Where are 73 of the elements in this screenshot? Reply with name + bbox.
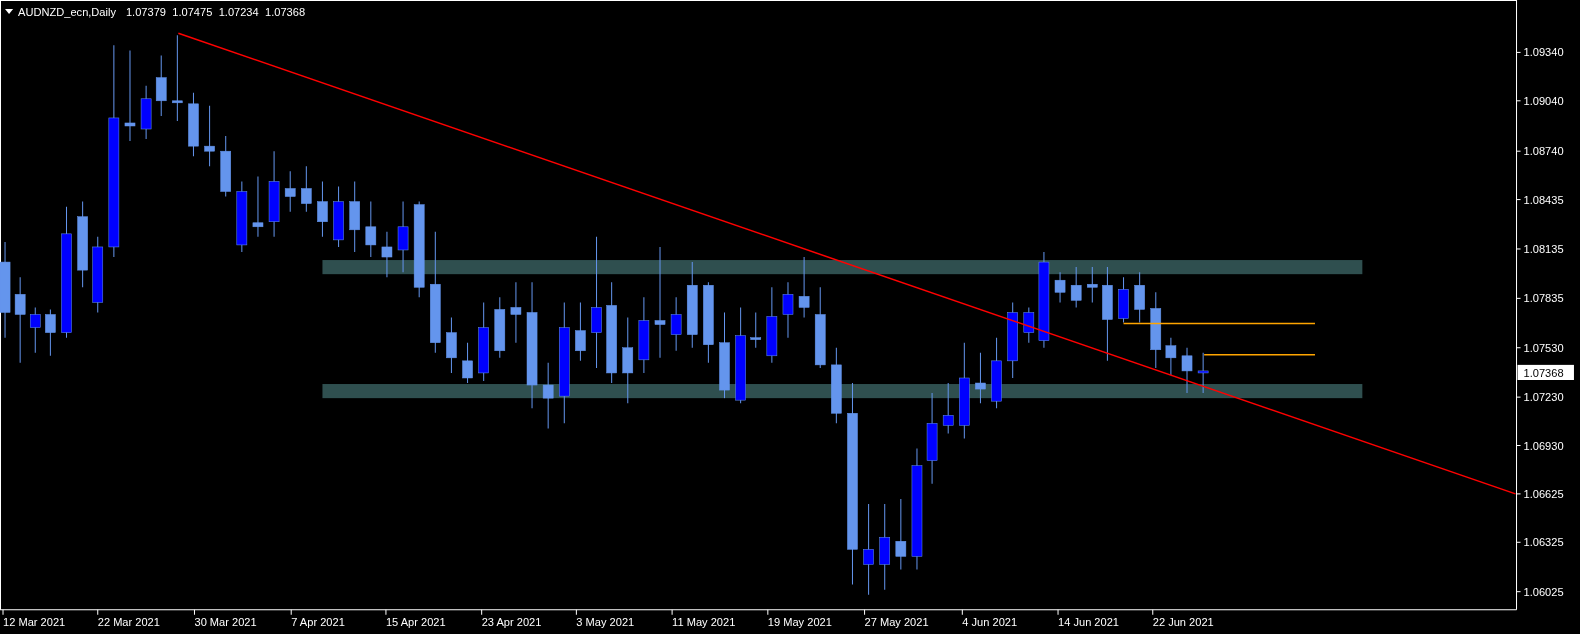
- current-price-tag: 1.07368: [1517, 364, 1574, 380]
- candlestick: [750, 311, 762, 349]
- candlestick: [782, 281, 794, 339]
- date-label: 15 Apr 2021: [385, 615, 446, 628]
- candlestick: [575, 301, 586, 362]
- candlestick: [333, 185, 344, 248]
- candlestick: [462, 342, 473, 384]
- price-label: 1.06025: [1523, 585, 1564, 598]
- horizontal-level-line[interactable]: [1203, 354, 1316, 356]
- price-label: 1.07530: [1523, 341, 1564, 354]
- date-label: 27 May 2021: [864, 615, 929, 628]
- price-label: 1.06325: [1523, 536, 1564, 549]
- candlestick: [494, 296, 506, 359]
- price-label: 1.07835: [1523, 292, 1564, 305]
- candlestick: [155, 54, 167, 117]
- candlestick: [301, 165, 312, 213]
- price-label: 1.08135: [1523, 243, 1564, 255]
- date-label: 22 Mar 2021: [97, 615, 160, 628]
- date-label: 19 May 2021: [767, 615, 832, 628]
- ohlc-value: 1.07475: [172, 6, 213, 19]
- candlestick: [798, 256, 810, 318]
- candlestick: [1087, 266, 1098, 303]
- candlestick: [991, 337, 1002, 409]
- candlestick: [252, 175, 264, 238]
- ohlc-value: 1.07368: [265, 6, 306, 19]
- date-label: 12 Mar 2021: [3, 615, 66, 628]
- candlestick: [895, 498, 907, 570]
- candlestick: [446, 317, 457, 374]
- date-label: 22 Jun 2021: [1152, 615, 1214, 628]
- symbol-label: AUDNZD_ecn,Daily: [18, 6, 116, 19]
- candlestick: [1165, 337, 1177, 376]
- ohlc-value: 1.07379: [125, 6, 166, 19]
- candlestick: [1197, 352, 1209, 394]
- candlestick: [397, 201, 409, 273]
- candlestick: [975, 352, 986, 404]
- candlestick: [670, 296, 682, 352]
- price-label: 1.09340: [1523, 46, 1564, 59]
- candlestick: [30, 306, 41, 354]
- candlestick: [381, 231, 393, 278]
- candlestick: [188, 92, 199, 157]
- candlestick: [1070, 266, 1082, 308]
- price-label: 1.09040: [1523, 94, 1564, 107]
- date-label: 14 Jun 2021: [1058, 615, 1119, 628]
- date-label: 30 Mar 2021: [194, 615, 257, 628]
- dropdown-triangle-icon[interactable]: [5, 9, 14, 15]
- trend-line[interactable]: [177, 32, 1517, 495]
- date-label: 3 May 2021: [576, 615, 635, 628]
- ohlc-value: 1.07234: [218, 6, 259, 19]
- date-label: 11 May 2021: [672, 615, 736, 628]
- candlestick: [1118, 276, 1129, 324]
- price-label: 1.06625: [1523, 487, 1564, 500]
- candlestick: [204, 105, 215, 167]
- candlestick: [942, 382, 954, 434]
- candlestick: [220, 135, 231, 198]
- date-label: 4 Jun 2021: [962, 615, 1018, 628]
- candlestick: [1181, 347, 1193, 394]
- candlestick: [284, 170, 296, 213]
- candlestick: [45, 308, 56, 357]
- candlestick: [365, 201, 377, 258]
- date-label: 23 Apr 2021: [481, 615, 542, 628]
- candlestick: [140, 85, 152, 140]
- candlestick: [510, 281, 522, 344]
- candlestick: [1134, 271, 1145, 324]
- price-label: 1.08740: [1523, 145, 1564, 158]
- candlestick: [317, 180, 328, 238]
- price-label: 1.08435: [1523, 193, 1564, 206]
- candlestick: [1054, 271, 1066, 303]
- price-label: 1.06930: [1523, 439, 1564, 452]
- candlestick: [1023, 306, 1035, 344]
- horizontal-level-line[interactable]: [1122, 322, 1316, 325]
- date-label: 7 Apr 2021: [291, 615, 345, 628]
- price-label: 1.07230: [1523, 391, 1564, 404]
- candlestick: [542, 362, 554, 429]
